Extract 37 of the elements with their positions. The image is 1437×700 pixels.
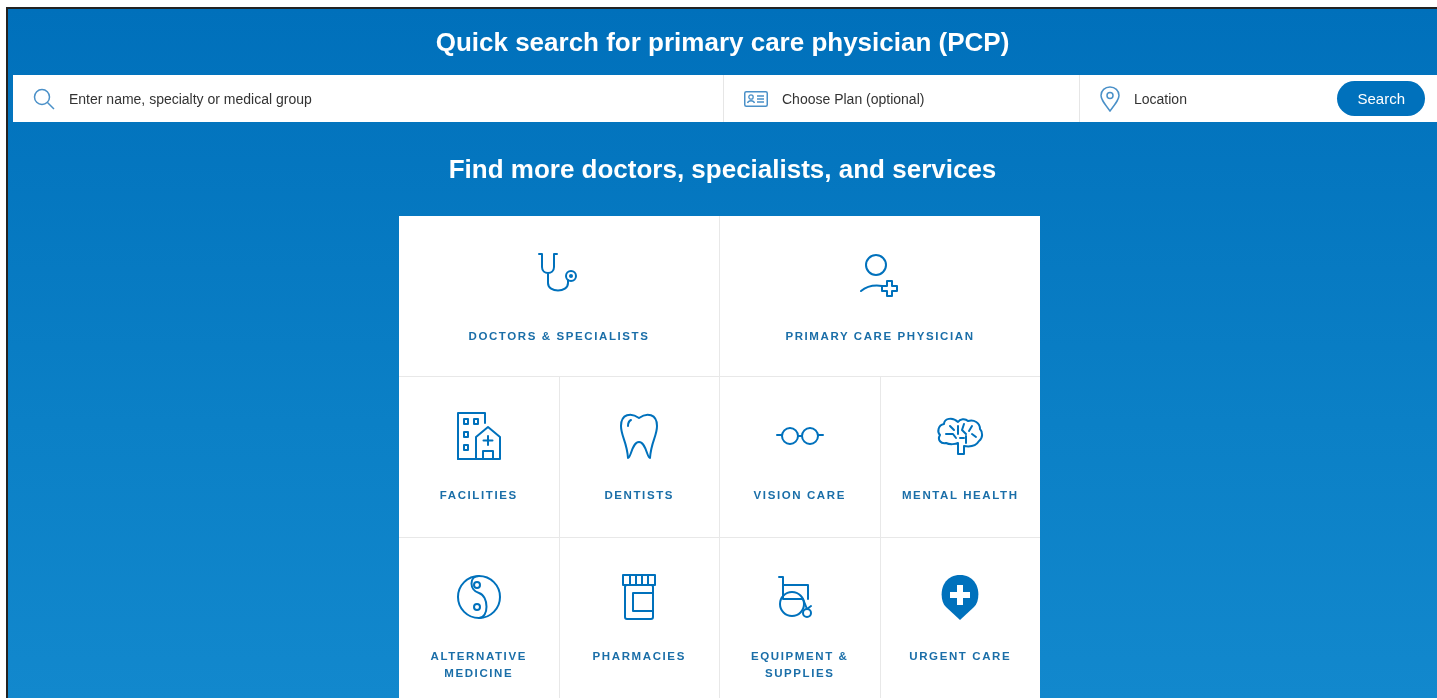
building-icon xyxy=(455,411,502,461)
service-label: ALTERNATIVE MEDICINE xyxy=(429,649,528,681)
service-label: URGENT CARE xyxy=(909,649,1012,664)
service-label: EQUIPMENT & SUPPLIES xyxy=(750,649,850,681)
service-label: DENTISTS xyxy=(604,488,675,503)
service-tile[interactable]: EQUIPMENT & SUPPLIES xyxy=(720,538,880,698)
service-tile[interactable]: URGENT CARE xyxy=(880,538,1040,698)
medical-pin-icon xyxy=(940,573,981,621)
service-label: MENTAL HEALTH xyxy=(901,488,1019,503)
tooth-icon xyxy=(619,412,660,460)
service-tile[interactable]: DENTISTS xyxy=(559,377,719,537)
search-icon xyxy=(33,87,55,110)
service-tile[interactable]: PHARMACIES xyxy=(559,538,719,698)
plan-field[interactable]: Choose Plan (optional) xyxy=(780,89,1067,108)
search-button[interactable]: Search xyxy=(1337,81,1425,116)
service-label: PRIMARY CARE PHYSICIAN xyxy=(785,329,975,344)
section-heading: Find more doctors, specialists, and services xyxy=(447,152,998,186)
service-tile[interactable]: VISION CARE xyxy=(720,377,880,537)
glasses-icon xyxy=(774,425,825,447)
name-search-field[interactable]: Enter name, specialty or medical group xyxy=(67,89,711,108)
location-field[interactable]: Location xyxy=(1132,89,1326,108)
id-card-icon xyxy=(744,90,768,107)
service-tile[interactable]: FACILITIES xyxy=(399,377,559,537)
pill-bottle-icon xyxy=(621,573,658,621)
service-tile[interactable]: ALTERNATIVE MEDICINE xyxy=(399,538,559,698)
brain-icon xyxy=(936,416,985,456)
service-label: VISION CARE xyxy=(753,488,846,503)
service-label: DOCTORS & SPECIALISTS xyxy=(468,329,650,344)
page-title: Quick search for primary care physician (PCP) xyxy=(434,25,1011,59)
yin-yang-icon xyxy=(454,573,503,621)
service-tile[interactable]: DOCTORS & SPECIALISTS xyxy=(399,216,719,376)
service-label: FACILITIES xyxy=(439,488,518,503)
service-tile[interactable]: PRIMARY CARE PHYSICIAN xyxy=(720,216,1040,376)
service-tile[interactable]: MENTAL HEALTH xyxy=(880,377,1040,537)
person-plus-icon xyxy=(859,253,901,297)
service-label: PHARMACIES xyxy=(592,649,686,664)
location-pin-icon xyxy=(1100,85,1120,112)
